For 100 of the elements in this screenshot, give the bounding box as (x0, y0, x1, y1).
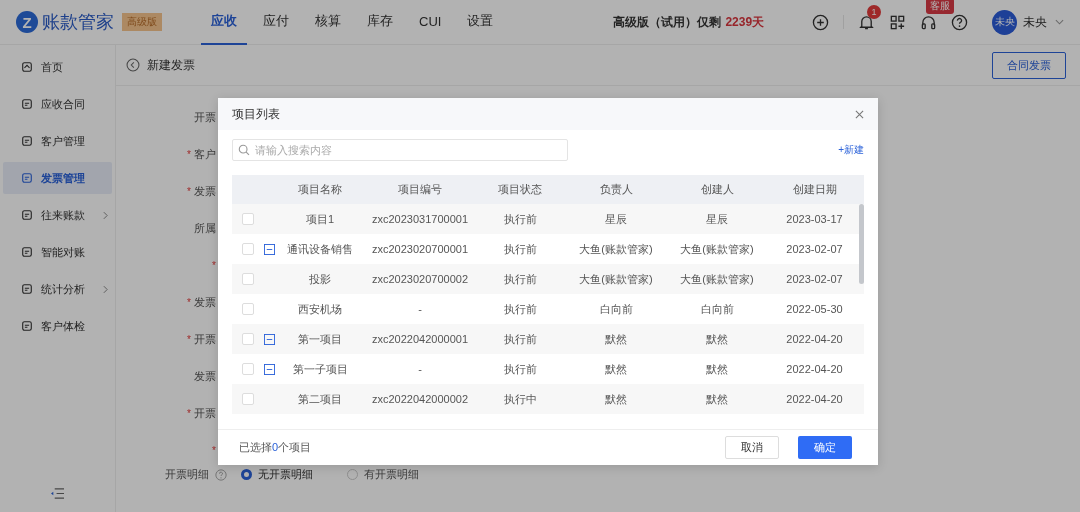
row-checkbox[interactable] (242, 333, 254, 345)
table-cell-text: 投影 (308, 271, 332, 287)
back-icon[interactable] (126, 58, 140, 72)
table-cell-text: 执行前 (502, 241, 538, 257)
row-checkbox[interactable] (242, 273, 254, 285)
sidebar-item[interactable]: 智能对账 (3, 236, 112, 268)
apps-icon[interactable] (889, 13, 906, 31)
table-cell-text: 2023-02-07 (785, 243, 844, 255)
nav-tab[interactable]: 应收 (201, 0, 247, 45)
collapse-row-icon[interactable] (264, 243, 275, 255)
table-cell-text: 执行中 (502, 391, 538, 407)
form-label: 发票 (194, 369, 216, 384)
table-cell-text: 2023-02-07 (785, 273, 844, 285)
menu-item-icon (21, 61, 33, 73)
add-icon[interactable] (812, 13, 829, 31)
sidebar-item[interactable]: 首页 (3, 51, 112, 83)
table-cell-text: 白向前 (598, 301, 634, 317)
menu-item-icon (21, 172, 33, 184)
selection-count: 已选择0个项目 (239, 440, 312, 455)
table-cell-text: 执行前 (502, 271, 538, 287)
table-cell-text: 执行前 (502, 211, 538, 227)
radio-option[interactable]: 有开票明细 (347, 467, 419, 482)
menu-item-icon (21, 98, 33, 110)
required-mark: * (187, 408, 191, 419)
form-label: 开票 (194, 110, 216, 125)
caret-icon[interactable] (1055, 19, 1064, 25)
menu-item-icon (21, 246, 33, 258)
sidebar-item[interactable]: 发票管理 (3, 162, 112, 194)
dialog-title: 项目列表 (232, 105, 280, 123)
form-label: 开票 (194, 406, 216, 421)
menu-item-icon (21, 320, 33, 332)
table-cell-text: 项目1 (304, 211, 336, 227)
form-label: 开票明细 (165, 467, 209, 482)
row-checkbox[interactable] (242, 243, 254, 255)
row-checkbox[interactable] (242, 363, 254, 375)
required-mark: * (187, 297, 191, 308)
trial-text: 高级版（试用）仅剩 (613, 13, 722, 31)
radio-option[interactable]: 无开票明细 (241, 467, 313, 482)
form-label: 所属 (194, 221, 216, 236)
edition-badge: 高级版 (122, 13, 162, 31)
trial-days: 2239天 (725, 13, 765, 31)
column-header: 创建日期 (791, 182, 838, 197)
table-cell-text: 默然 (604, 331, 628, 347)
sidebar-item[interactable]: 客户管理 (3, 125, 112, 157)
nav-tab[interactable]: 应付 (253, 0, 299, 45)
user-name[interactable]: 未央 (1023, 13, 1047, 31)
table-cell-text: 大鱼(账款管家) (679, 241, 755, 257)
help-icon[interactable] (951, 13, 968, 31)
table-cell-text: 2022-04-20 (785, 333, 844, 345)
table-cell-text: 2022-04-20 (785, 363, 844, 375)
nav-tab[interactable]: CUI (409, 0, 452, 45)
sidebar-item[interactable]: 应收合同 (3, 88, 112, 120)
row-checkbox[interactable] (242, 303, 254, 315)
collapse-row-icon[interactable] (264, 363, 275, 375)
headset-icon[interactable] (920, 13, 937, 31)
notification-badge: 1 (867, 4, 881, 19)
table-cell-text: 大鱼(账款管家) (578, 271, 654, 287)
table-cell-text: 星辰 (604, 211, 628, 227)
column-header: 项目名称 (297, 182, 343, 197)
cancel-button[interactable]: 取消 (725, 436, 779, 459)
table-cell-text: 2022-05-30 (785, 303, 844, 315)
chevron-icon (103, 210, 108, 220)
table-cell-text: 第二项目 (297, 391, 343, 407)
table-cell-text: 执行前 (502, 331, 538, 347)
new-link[interactable]: +新建 (838, 143, 864, 157)
column-header: 创建人 (699, 182, 735, 197)
row-checkbox[interactable] (242, 213, 254, 225)
user-avatar[interactable]: 未央 (992, 9, 1017, 35)
collapse-row-icon[interactable] (264, 333, 275, 345)
nav-tab[interactable]: 库存 (357, 0, 403, 45)
bell-icon[interactable] (858, 13, 875, 31)
sidebar-item[interactable]: 统计分析 (3, 273, 112, 305)
table-cell-text: - (417, 303, 423, 315)
table-cell-text: 默然 (604, 361, 628, 377)
nav-tab[interactable]: 设置 (457, 0, 504, 45)
required-mark: * (212, 445, 216, 456)
row-checkbox[interactable] (242, 393, 254, 405)
logo-icon: Z (16, 11, 38, 33)
form-label: 发票 (194, 184, 216, 199)
table-cell-text: 大鱼(账款管家) (679, 271, 755, 287)
chevron-icon (103, 284, 108, 294)
table-cell-text: zxc2023031700001 (371, 213, 469, 225)
column-header: 项目状态 (497, 182, 543, 197)
search-field[interactable]: 请输入搜索内容 (232, 139, 568, 161)
required-mark: * (187, 334, 191, 345)
table-cell-text: 2022-04-20 (785, 393, 844, 405)
contract-invoice-button[interactable]: 合同发票 (992, 51, 1066, 79)
confirm-button[interactable]: 确定 (798, 436, 852, 459)
collapse-icon[interactable] (50, 487, 65, 500)
sidebar-item[interactable]: 往来账款 (3, 199, 112, 231)
close-icon[interactable] (855, 109, 864, 119)
table-cell-text: - (417, 363, 423, 375)
menu-item-icon (21, 283, 33, 295)
nav-tab[interactable]: 核算 (305, 0, 351, 45)
required-mark: * (187, 186, 191, 197)
page-title: 新建发票 (147, 56, 195, 74)
table-cell-text: 执行前 (502, 301, 538, 317)
sidebar-item[interactable]: 客户体检 (3, 310, 112, 342)
table-cell-text: 第一项目 (297, 331, 343, 347)
table-cell-text: 西安机场 (297, 301, 343, 317)
